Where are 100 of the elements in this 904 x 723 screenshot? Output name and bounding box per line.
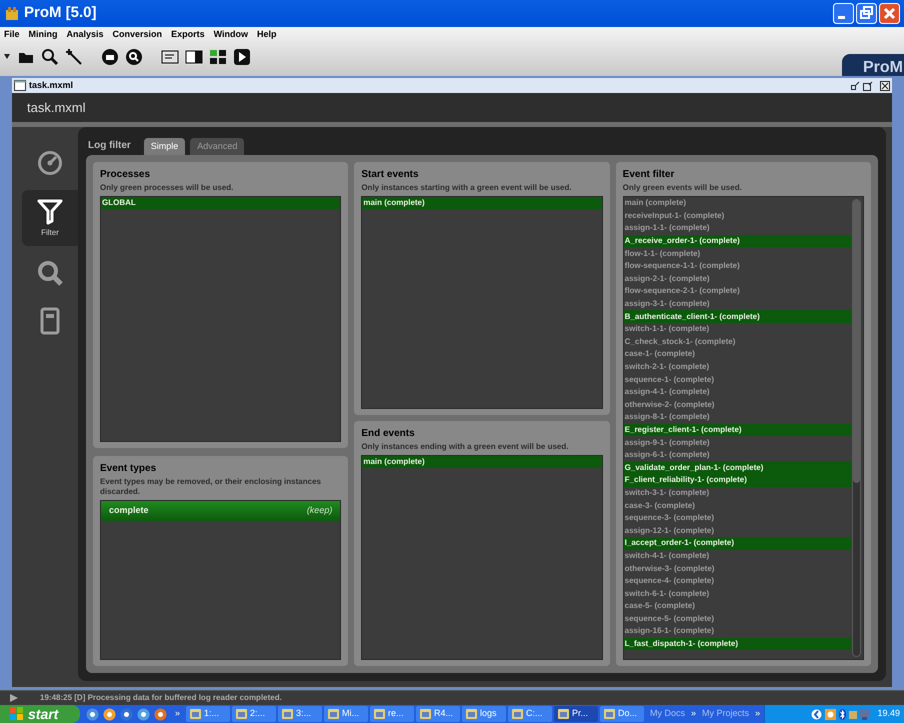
- list-item[interactable]: case-5- (complete): [624, 600, 851, 613]
- list-item[interactable]: flow-1-1- (complete): [624, 247, 851, 260]
- restore-icon[interactable]: [856, 3, 877, 24]
- sidebar-tab[interactable]: Filter: [22, 190, 78, 246]
- chevron-left-icon[interactable]: [811, 708, 822, 720]
- list-item[interactable]: main (complete): [624, 197, 851, 210]
- list-item[interactable]: case-3- (complete): [624, 499, 851, 512]
- header-title: task.mxml: [27, 98, 86, 117]
- taskbar-button[interactable]: C:...: [508, 706, 552, 722]
- list-item[interactable]: E_register_client-1- (complete): [624, 424, 851, 436]
- list-item[interactable]: sequence-1- (complete): [624, 373, 851, 386]
- scrollbar[interactable]: [850, 197, 863, 659]
- toolbar-label[interactable]: My Projects: [702, 707, 750, 721]
- list-item[interactable]: L_fast_dispatch-1- (complete): [624, 638, 851, 650]
- list-item[interactable]: main (complete): [362, 456, 602, 468]
- menu-item[interactable]: Help: [257, 28, 277, 42]
- log-filter-title: Log filter: [88, 139, 131, 153]
- list-item[interactable]: switch-3-1- (complete): [624, 486, 851, 500]
- taskbar-button[interactable]: re...: [370, 706, 414, 722]
- list-item[interactable]: flow-sequence-2-1- (complete): [624, 285, 851, 298]
- search-circle-icon[interactable]: [125, 48, 143, 66]
- document-view-icon[interactable]: [161, 48, 179, 66]
- menu-item[interactable]: Mining: [28, 28, 58, 42]
- list-item[interactable]: assign-9-1- (complete): [624, 436, 851, 449]
- overflow-chevron[interactable]: »: [691, 707, 696, 721]
- list-item[interactable]: switch-1-1- (complete): [624, 322, 851, 336]
- toolbar-label[interactable]: My Docs: [650, 707, 686, 721]
- search-icon[interactable]: [41, 48, 59, 66]
- list-item[interactable]: sequence-3- (complete): [624, 512, 851, 524]
- expand-icon[interactable]: [10, 694, 18, 702]
- quick-launch-icon[interactable]: [137, 708, 150, 720]
- list-item[interactable]: switch-2-1- (complete): [624, 360, 851, 374]
- taskbar-button[interactable]: 3:...: [278, 706, 322, 722]
- overflow-chevron[interactable]: »: [755, 707, 760, 721]
- scrollbar-thumb[interactable]: [853, 200, 860, 483]
- menu-item[interactable]: File: [4, 28, 20, 42]
- windows-logo-icon: [10, 707, 24, 721]
- list-item[interactable]: A_receive_order-1- (complete): [624, 234, 851, 248]
- panel-hint: Only green processes will be used.: [100, 183, 234, 193]
- list-item[interactable]: receiveInput-1- (complete): [624, 210, 851, 222]
- list-item[interactable]: assign-8-1- (complete): [624, 411, 851, 424]
- menu-item[interactable]: Window: [214, 28, 248, 42]
- list-item[interactable]: B_authenticate_client-1- (complete): [624, 310, 851, 323]
- play-icon[interactable]: [233, 48, 251, 66]
- taskbar-button[interactable]: logs: [462, 706, 506, 722]
- grid-view-icon[interactable]: [209, 48, 227, 66]
- quick-launch-icon[interactable]: [154, 708, 167, 720]
- list-item[interactable]: main (complete): [362, 197, 602, 209]
- list-item[interactable]: sequence-4- (complete): [624, 574, 851, 588]
- taskbar-button[interactable]: Pr...: [554, 706, 598, 722]
- list-item[interactable]: G_validate_order_plan-1- (complete): [624, 461, 851, 474]
- minimize-icon[interactable]: [851, 81, 860, 90]
- list-item[interactable]: C_check_stock-1- (complete): [624, 336, 851, 348]
- list-item[interactable]: otherwise-2- (complete): [624, 398, 851, 412]
- network-icon[interactable]: [849, 708, 872, 720]
- close-icon[interactable]: [880, 80, 890, 90]
- tab[interactable]: Advanced: [190, 138, 244, 155]
- list-item[interactable]: assign-16-1- (complete): [624, 625, 851, 638]
- list-item[interactable]: flow-sequence-1-1- (complete): [624, 260, 851, 273]
- overflow-chevron[interactable]: »: [175, 707, 180, 721]
- maximize-icon[interactable]: [863, 80, 873, 90]
- taskbar-button[interactable]: 1:...: [186, 706, 230, 722]
- list-item[interactable]: case-1- (complete): [624, 348, 851, 361]
- folder-circle-icon[interactable]: [101, 48, 119, 66]
- frame-title: task.mxml: [29, 78, 74, 92]
- keep-label: (keep): [306, 504, 332, 518]
- list-item[interactable]: switch-6-1- (complete): [624, 587, 851, 600]
- list-item[interactable]: assign-4-1- (complete): [624, 386, 851, 398]
- list-item[interactable]: F_client_reliability-1- (complete): [624, 474, 851, 487]
- list-item[interactable]: I_accept_order-1- (complete): [624, 537, 851, 550]
- list-item[interactable]: assign-3-1- (complete): [624, 298, 851, 310]
- window-icon: [236, 709, 248, 719]
- menu-item[interactable]: Conversion: [112, 28, 162, 42]
- taskbar-button[interactable]: 2:...: [232, 706, 276, 722]
- list-item[interactable]: otherwise-3- (complete): [624, 562, 851, 575]
- list-item[interactable]: switch-4-1- (complete): [624, 550, 851, 562]
- start-button[interactable]: start: [0, 705, 80, 723]
- menu-item[interactable]: Analysis: [66, 28, 104, 42]
- bluetooth-icon[interactable]: [839, 708, 846, 720]
- list-item[interactable]: sequence-5- (complete): [624, 612, 851, 626]
- list-item[interactable]: GLOBAL: [101, 197, 340, 209]
- taskbar-button[interactable]: Mi...: [324, 706, 368, 722]
- clock-icon[interactable]: [825, 708, 836, 720]
- wand-icon[interactable]: [65, 48, 83, 66]
- taskbar-button[interactable]: R4...: [416, 706, 460, 722]
- taskbar-button[interactable]: Do...: [600, 706, 644, 722]
- panel-hint: Only green events will be used.: [622, 183, 743, 193]
- list-item[interactable]: assign-6-1- (complete): [624, 448, 851, 462]
- brand-logo: ProM: [863, 60, 904, 76]
- status-text: 19:48:25 [D] Processing data for buffered log reader completed.: [40, 692, 282, 704]
- quick-launch-icon[interactable]: [86, 708, 99, 720]
- menu-item[interactable]: Exports: [171, 28, 205, 42]
- list-item[interactable]: assign-2-1- (complete): [624, 272, 851, 286]
- split-view-icon[interactable]: [185, 48, 203, 66]
- tab[interactable]: Simple: [144, 138, 186, 155]
- list-item[interactable]: assign-12-1- (complete): [624, 524, 851, 538]
- quick-launch-icon[interactable]: [120, 708, 133, 720]
- list-item[interactable]: assign-1-1- (complete): [624, 222, 851, 235]
- list-item[interactable]: complete (keep): [101, 501, 340, 521]
- quick-launch-icon[interactable]: [103, 708, 116, 720]
